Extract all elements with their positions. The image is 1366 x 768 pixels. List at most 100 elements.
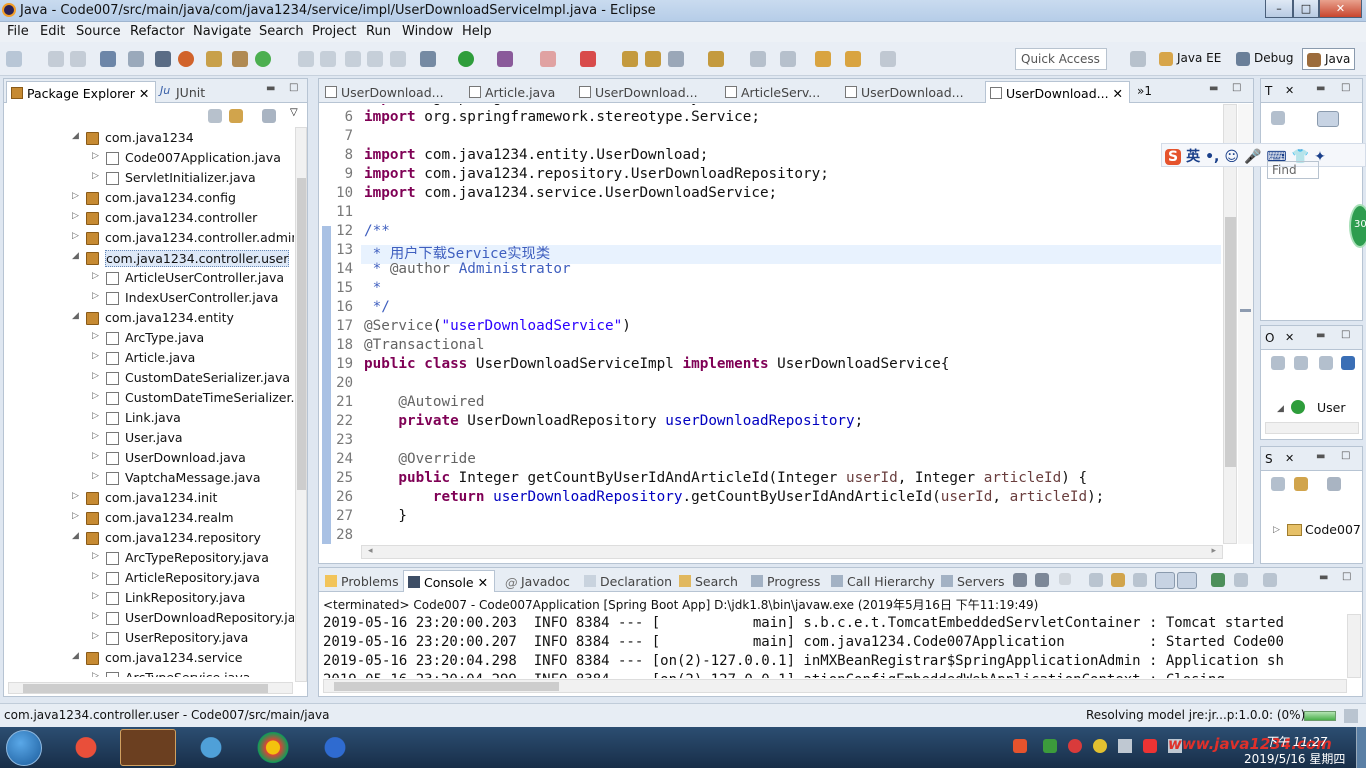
menu-source[interactable]: Source <box>76 24 121 39</box>
minimize-view-icon[interactable]: ▬ <box>266 83 275 94</box>
sogou-icon[interactable]: S <box>1165 149 1182 165</box>
expand-arrow-icon[interactable]: ▷ <box>72 511 82 521</box>
tree-package-item[interactable]: ▷ com.java1234.realm <box>4 508 294 528</box>
remove-launch-icon[interactable] <box>1013 573 1027 587</box>
tree-file-item[interactable]: ▷ Code007Application.java <box>4 148 294 168</box>
tab-declaration[interactable]: Declaration <box>580 570 678 592</box>
sort-icon[interactable] <box>1271 356 1285 370</box>
tree-file-item[interactable]: ▷ ArticleUserController.java <box>4 268 294 288</box>
editor-tab-active[interactable]: UserDownload... ✕ <box>985 81 1131 103</box>
outline-tab[interactable]: O <box>1265 331 1274 345</box>
display-console-icon[interactable] <box>1177 572 1197 589</box>
editor-tab[interactable]: UserDownload... <box>321 81 450 103</box>
prev-annotation-icon[interactable] <box>780 51 796 67</box>
hscroll-thumb[interactable] <box>23 684 268 693</box>
tree-file-item[interactable]: ▷ ArcTypeService.java <box>4 668 294 677</box>
editor-horizontal-scrollbar[interactable]: ◂ ▸ <box>361 545 1223 559</box>
editor-tab[interactable]: UserDownload... <box>841 81 970 103</box>
outline-scrollbar[interactable] <box>1265 422 1359 434</box>
tree-file-item[interactable]: ▷ ArticleRepository.java <box>4 568 294 588</box>
expand-arrow-icon[interactable]: ▷ <box>72 191 82 201</box>
filter-icon[interactable] <box>1327 477 1341 491</box>
open-type-icon[interactable] <box>298 51 314 67</box>
progress-view-icon[interactable] <box>1344 709 1358 723</box>
menu-help[interactable]: Help <box>462 24 492 39</box>
view-menu-icon[interactable]: ▽ <box>290 107 298 118</box>
tab-close-icon[interactable]: ✕ <box>1113 86 1123 101</box>
save-icon[interactable] <box>48 51 64 67</box>
tray-network-icon[interactable] <box>1118 739 1132 753</box>
new-class-icon[interactable] <box>255 51 271 67</box>
task-icon[interactable] <box>668 51 684 67</box>
collapse-arrow-icon[interactable]: ◢ <box>72 531 82 541</box>
remove-all-icon[interactable] <box>1035 573 1049 587</box>
outline-item[interactable]: User <box>1317 400 1346 415</box>
stop-icon[interactable] <box>540 51 556 67</box>
tree-package-item[interactable]: ▷ com.java1234.config <box>4 188 294 208</box>
tree-file-item[interactable]: ▷ LinkRepository.java <box>4 588 294 608</box>
taskbar-eclipse[interactable] <box>120 729 176 766</box>
server-icon[interactable] <box>178 51 194 67</box>
perspective-debug[interactable]: Debug <box>1232 48 1297 70</box>
collapse-all-icon[interactable] <box>208 109 222 123</box>
scroll-left-icon[interactable]: ◂ <box>368 546 373 556</box>
collapse-icon[interactable] <box>1271 477 1285 491</box>
expand-icon[interactable]: ▷ <box>1273 525 1280 535</box>
expand-arrow-icon[interactable]: ▷ <box>92 551 102 561</box>
pin-console-icon[interactable] <box>1155 572 1175 589</box>
open-console-icon[interactable] <box>1211 573 1225 587</box>
last-edit-icon[interactable] <box>815 51 831 67</box>
scroll-lock-icon[interactable] <box>1089 573 1103 587</box>
menu-window[interactable]: Window <box>402 24 453 39</box>
task-pane-tab[interactable]: T <box>1265 84 1272 98</box>
console-vertical-scrollbar[interactable] <box>1347 614 1361 678</box>
tray-shield-icon[interactable] <box>1043 739 1057 753</box>
tree-package-item[interactable]: ◢ com.java1234.service <box>4 648 294 668</box>
minimize-view-icon[interactable]: ▬ <box>1316 330 1325 341</box>
forward-icon[interactable] <box>880 51 896 67</box>
console-icon[interactable] <box>100 51 116 67</box>
console-hscroll-thumb[interactable] <box>334 682 559 691</box>
ime-emoji-icon[interactable]: ☺ <box>1224 149 1239 165</box>
expand-arrow-icon[interactable]: ▷ <box>92 391 102 401</box>
menu-search[interactable]: Search <box>259 24 304 39</box>
server-project-item[interactable]: Code007 <box>1305 522 1361 537</box>
quick-access-input[interactable]: Quick Access <box>1015 48 1107 70</box>
expand-arrow-icon[interactable]: ▷ <box>92 631 102 641</box>
expand-arrow-icon[interactable]: ▷ <box>72 211 82 221</box>
tray-sogou-icon[interactable] <box>1013 739 1027 753</box>
ime-punct[interactable]: •, <box>1205 149 1219 165</box>
tree-package-item[interactable]: ▷ com.java1234.controller.admin <box>4 228 294 248</box>
tree-file-item[interactable]: ▷ CustomDateTimeSerializer.jav <box>4 388 294 408</box>
tab-servers[interactable]: Servers <box>937 570 1011 592</box>
taskbar-app-3[interactable] <box>183 729 239 766</box>
maximize-editor-icon[interactable]: □ <box>1232 82 1241 93</box>
word-wrap-icon[interactable] <box>1111 573 1125 587</box>
tab-search[interactable]: Search <box>675 570 744 592</box>
filter-icon[interactable] <box>262 109 276 123</box>
save-all-icon[interactable] <box>70 51 86 67</box>
minimize-editor-icon[interactable]: ▬ <box>1209 83 1218 94</box>
expand-arrow-icon[interactable]: ▷ <box>92 431 102 441</box>
tree-file-item[interactable]: ▷ ArcTypeRepository.java <box>4 548 294 568</box>
expand-arrow-icon[interactable]: ▷ <box>92 171 102 181</box>
format-icon[interactable] <box>367 51 383 67</box>
new-icon[interactable] <box>6 51 22 67</box>
show-desktop-button[interactable] <box>1356 727 1366 768</box>
run-icon[interactable] <box>458 51 474 67</box>
expand-arrow-icon[interactable]: ▷ <box>92 451 102 461</box>
hide-static-icon[interactable] <box>1319 356 1333 370</box>
tab-close-icon[interactable]: ✕ <box>478 575 488 590</box>
tree-file-item[interactable]: ▷ Article.java <box>4 348 294 368</box>
tab-call-hierarchy[interactable]: Call Hierarchy <box>827 570 941 592</box>
taskbar-chrome[interactable] <box>245 729 301 766</box>
link-icon[interactable] <box>1294 477 1308 491</box>
expand-arrow-icon[interactable]: ▷ <box>92 371 102 381</box>
tree-file-item[interactable]: ▷ CustomDateSerializer.java <box>4 368 294 388</box>
tab-close-icon[interactable]: ✕ <box>139 86 149 101</box>
tab-close-icon[interactable]: ✕ <box>1285 452 1294 465</box>
tree-file-item[interactable]: ▷ VaptchaMessage.java <box>4 468 294 488</box>
tray-flag-icon[interactable] <box>1143 739 1157 753</box>
tree-file-item[interactable]: ▷ UserDownloadRepository.jav <box>4 608 294 628</box>
perspective-javaee[interactable]: Java EE <box>1155 48 1225 70</box>
